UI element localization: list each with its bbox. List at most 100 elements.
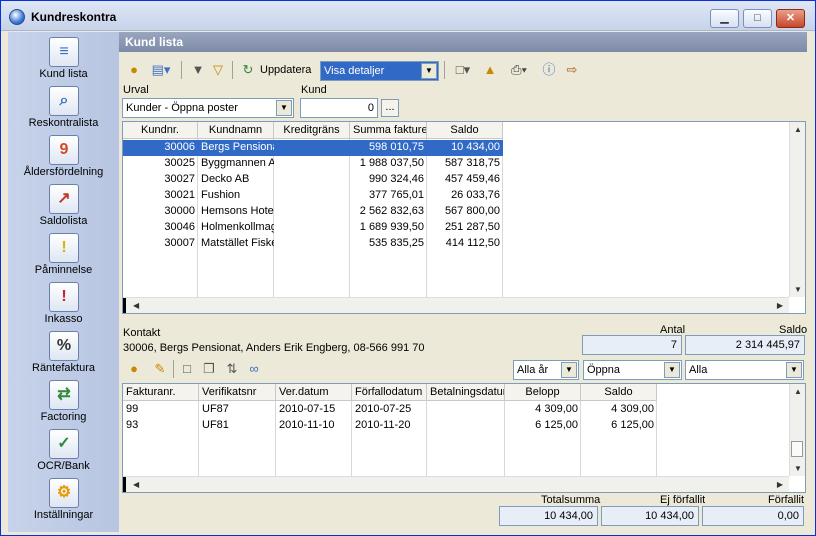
exit-icon[interactable]: ⇨ [563, 60, 581, 80]
column-header[interactable]: Fakturanr. [123, 384, 199, 401]
table-row[interactable]: 30007 Matstället Fiske 535 835,25 414 112,5… [123, 236, 503, 252]
browse-button[interactable]: ... [381, 99, 399, 117]
cell-verdate: 2010-07-15 [279, 403, 336, 415]
sidebar-item[interactable]: ✓ OCR/Bank [8, 426, 119, 474]
column-header[interactable]: Belopp [505, 384, 581, 401]
cell-saldo: 587 318,75 [444, 157, 500, 169]
due-value: 0,00 [702, 506, 804, 526]
column-header[interactable]: Kundnr. [123, 122, 198, 139]
cell-sum: 535 835,25 [368, 237, 424, 249]
new-document-icon[interactable]: □▾ [450, 60, 476, 80]
column-header[interactable]: Verifikatsnr [199, 384, 276, 401]
cell-nr: 30000 [164, 205, 195, 217]
scroll-up-icon[interactable]: ▲ [794, 387, 802, 396]
toolbar-separator [173, 360, 174, 378]
main-panel: Kund lista ● ▤▾ ▼ ▽ ↻ Uppdatera Visa det… [119, 32, 809, 532]
sidebar-item[interactable]: ≡ Kund lista [8, 34, 119, 82]
column-header[interactable]: Förfallodatum [352, 384, 427, 401]
toolbar-separator [444, 61, 445, 79]
update-button[interactable]: Uppdatera [260, 60, 316, 80]
table-row[interactable]: 93 UF81 2010-11-10 2010-11-20 6 125,00 6 125,… [123, 418, 657, 434]
ledger-search-icon: ⌕ [49, 86, 79, 116]
link-icon[interactable]: ∞ [245, 359, 263, 379]
sidebar-item[interactable]: ⇄ Factoring [8, 377, 119, 425]
table-row[interactable]: 30046 Holmenkollmag 1 689 939,50 251 287,50 [123, 220, 503, 236]
cell-nr: 30021 [164, 189, 195, 201]
app-window: Kundreskontra ▁ □ ✕ ≡ Kund lista ⌕ Reskontr… [0, 0, 816, 536]
urval-label: Urval [123, 84, 149, 96]
cell-sum: 377 765,01 [368, 189, 424, 201]
scroll-left-icon[interactable]: ◀ [133, 301, 139, 310]
customer-table: Kundnr. Kundnamn Kreditgräns Summa fakturer… [122, 121, 806, 314]
cell-saldo: 4 309,00 [611, 403, 654, 415]
table-row[interactable]: 30021 Fushion 377 765,01 26 033,76 [123, 188, 503, 204]
minimize-button[interactable]: ▁ [710, 9, 739, 28]
document-icon[interactable]: □ [179, 359, 195, 379]
chevron-down-icon[interactable]: ▼ [561, 362, 577, 378]
sidebar-item[interactable]: ⌕ Reskontralista [8, 83, 119, 131]
vertical-scrollbar[interactable]: ▲ ▼ [789, 384, 805, 476]
maximize-button[interactable]: □ [743, 9, 772, 28]
cell-saldo: 457 459,46 [444, 173, 500, 185]
scroll-down-icon[interactable]: ▼ [794, 464, 802, 473]
copy-icon[interactable]: ❐ [201, 359, 217, 379]
scroll-down-icon[interactable]: ▼ [794, 285, 802, 294]
customer-icon[interactable]: ● [125, 359, 143, 379]
cell-nr: 30025 [164, 157, 195, 169]
sidebar-item[interactable]: ⚙ Inställningar [8, 475, 119, 523]
print-icon[interactable]: ⎙▾ [505, 60, 533, 80]
scroll-thumb[interactable] [791, 441, 803, 457]
table-row[interactable]: 30006 Bergs Pensiona 598 010,75 10 434,00 [123, 140, 503, 156]
year-select[interactable]: Alla år ▼ [513, 360, 579, 380]
table-row[interactable]: 30027 Decko AB 990 324,46 457 459,46 [123, 172, 503, 188]
table-row[interactable]: 30025 Byggmannen A 1 988 037,50 587 318,75 [123, 156, 503, 172]
cell-nr: 30007 [164, 237, 195, 249]
cell-paid [427, 418, 505, 434]
column-header[interactable]: Kreditgräns [274, 122, 350, 139]
sort-icon[interactable]: ⇅ [223, 359, 241, 379]
column-header[interactable]: Saldo [581, 384, 657, 401]
title-bar[interactable]: Kundreskontra ▁ □ ✕ [1, 1, 815, 31]
chevron-down-icon[interactable]: ▼ [421, 63, 437, 79]
sidebar-item[interactable]: ↗ Saldolista [8, 181, 119, 229]
sidebar-item[interactable]: 9 Åldersfördelning [8, 132, 119, 180]
close-button[interactable]: ✕ [776, 9, 805, 28]
saldo-total-value: 2 314 445,97 [685, 335, 805, 355]
horizontal-scrollbar[interactable]: ◀ ▶ [123, 476, 789, 492]
scroll-up-icon[interactable]: ▲ [794, 125, 802, 134]
vertical-scrollbar[interactable]: ▲ ▼ [789, 122, 805, 297]
cell-sum: 1 689 939,50 [359, 221, 424, 233]
help-icon[interactable]: ⓘ [541, 60, 557, 80]
edit-icon[interactable]: ✎ [151, 359, 169, 379]
scroll-right-icon[interactable]: ▶ [777, 480, 783, 489]
filter-icon[interactable]: ▼ [189, 60, 207, 80]
chevron-down-icon[interactable]: ▼ [276, 100, 292, 116]
export-icon[interactable]: ▲ [481, 60, 499, 80]
column-header[interactable]: Ver.datum [276, 384, 352, 401]
card-menu-icon[interactable]: ▤▾ [147, 60, 175, 80]
scroll-right-icon[interactable]: ▶ [777, 301, 783, 310]
chevron-down-icon[interactable]: ▼ [786, 362, 802, 378]
sidebar-item[interactable]: ! Inkasso [8, 279, 119, 327]
type-select[interactable]: Alla ▼ [685, 360, 804, 380]
sidebar-item-label: OCR/Bank [37, 460, 90, 472]
table-row[interactable]: 30000 Hemsons Hotel 2 562 832,63 567 800,00 [123, 204, 503, 220]
customers-icon[interactable]: ● [125, 60, 143, 80]
due-label: Förfallit [768, 494, 805, 506]
chevron-down-icon[interactable]: ▼ [664, 362, 680, 378]
clear-filter-icon[interactable]: ▽ [209, 60, 227, 80]
scroll-left-icon[interactable]: ◀ [133, 480, 139, 489]
status-select[interactable]: Öppna ▼ [583, 360, 682, 380]
horizontal-scrollbar[interactable]: ◀ ▶ [123, 297, 789, 313]
kund-input[interactable]: 0 [300, 98, 378, 118]
urval-select[interactable]: Kunder - Öppna poster ▼ [122, 98, 294, 118]
column-header[interactable]: Betalningsdatum [427, 384, 505, 401]
refresh-icon[interactable]: ↻ [240, 60, 256, 80]
view-select[interactable]: Visa detaljer ▼ [320, 61, 439, 81]
column-header[interactable]: Kundnamn [198, 122, 274, 139]
table-row[interactable]: 99 UF87 2010-07-15 2010-07-25 4 309,00 4 309,… [123, 402, 657, 418]
column-header[interactable]: Saldo [427, 122, 503, 139]
sidebar-item[interactable]: % Räntefaktura [8, 328, 119, 376]
column-header[interactable]: Summa fakturer [350, 122, 427, 139]
sidebar-item[interactable]: ! Påminnelse [8, 230, 119, 278]
